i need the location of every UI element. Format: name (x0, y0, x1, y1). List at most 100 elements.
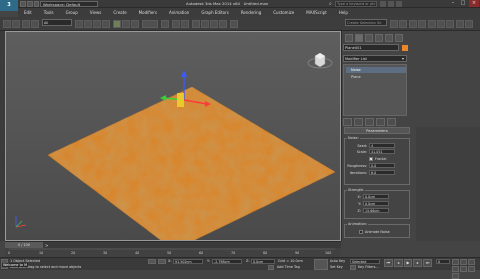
current-frame-field[interactable]: 0 (436, 259, 450, 264)
go-to-end-icon[interactable]: ⏭ (423, 259, 432, 267)
curve-editor-icon[interactable] (428, 20, 436, 28)
menu-edit[interactable]: Edit (18, 10, 38, 15)
menu-views[interactable]: Views (84, 10, 108, 15)
rendered-frame-window-icon[interactable] (465, 20, 473, 28)
time-tag-icon[interactable] (268, 265, 274, 270)
star-icon[interactable] (388, 1, 394, 7)
key-filters-button[interactable]: Key Filters... (358, 265, 379, 269)
next-frame-button-icon[interactable]: ▸ (413, 259, 423, 267)
select-object-icon[interactable] (75, 20, 83, 28)
schematic-view-icon[interactable] (437, 20, 445, 28)
animate-noise-checkbox[interactable] (359, 230, 363, 234)
maximize-viewport-icon[interactable] (452, 273, 459, 279)
graphite-toggle-icon[interactable] (418, 20, 426, 28)
zoom-icon[interactable] (452, 259, 459, 265)
workspace-dropdown[interactable]: Workspace: Default (40, 1, 98, 7)
selection-filter-dropdown[interactable]: All (42, 19, 72, 26)
coord-x-field[interactable]: 91.502cm (173, 259, 203, 264)
menu-help[interactable]: Help (333, 10, 354, 15)
play-icon[interactable]: ▶ (403, 259, 413, 267)
show-end-result-icon[interactable] (354, 118, 363, 126)
menu-customize[interactable]: Customize (267, 10, 300, 15)
select-and-scale-icon[interactable] (131, 20, 139, 28)
window-crossing-icon[interactable] (102, 20, 110, 28)
scale-input[interactable]: 41.051 (369, 149, 395, 154)
object-color-swatch[interactable] (402, 45, 408, 51)
configure-sets-icon[interactable] (387, 118, 396, 126)
reference-coordinate-dropdown[interactable] (142, 20, 158, 28)
strength-y-input[interactable]: 0.0cm (363, 201, 389, 206)
menu-rendering[interactable]: Rendering (235, 10, 267, 15)
angle-snap-icon[interactable] (201, 20, 209, 28)
edit-named-selection-icon[interactable] (230, 20, 238, 28)
strength-x-input[interactable]: 0.0cm (363, 194, 389, 199)
close-button[interactable]: × (469, 0, 479, 7)
set-key-big-icon[interactable] (314, 259, 328, 270)
render-setup-icon[interactable] (456, 20, 464, 28)
display-tab-icon[interactable] (385, 34, 393, 42)
coord-y-field[interactable]: -2.798cm (212, 259, 242, 264)
named-selection-set-input[interactable]: Create Selection Se (345, 19, 387, 26)
add-time-tag-button[interactable]: Add Time Tag (277, 265, 300, 269)
select-by-name-icon[interactable] (84, 20, 92, 28)
hierarchy-tab-icon[interactable] (365, 34, 373, 42)
key-set-dropdown[interactable]: Selected (350, 259, 380, 264)
mirror-icon[interactable] (390, 20, 398, 28)
iterations-input[interactable]: 6.0 (369, 170, 395, 175)
perspective-viewport[interactable]: [+] [Perspective] [Shaded] (5, 31, 341, 241)
unlink-icon[interactable] (31, 20, 39, 28)
app-logo-button[interactable]: 3 (0, 0, 18, 11)
menu-create[interactable]: Create (107, 10, 132, 15)
minimize-button[interactable]: – (448, 0, 458, 7)
redo-icon[interactable] (12, 20, 20, 28)
snaps-toggle-icon[interactable] (192, 20, 200, 28)
layer-manager-icon[interactable] (409, 20, 417, 28)
seed-input[interactable]: 4 (369, 143, 395, 148)
absolute-mode-icon[interactable] (158, 259, 166, 264)
track-bar[interactable]: 0 10 20 30 40 50 60 70 80 90 100 (5, 248, 341, 257)
menu-modifiers[interactable]: Modifiers (133, 10, 163, 15)
stack-item-noise[interactable]: Noise (346, 67, 406, 73)
auto-key-button[interactable]: Auto Key (330, 259, 345, 263)
search-input[interactable]: Type a keyword or phrase (335, 1, 377, 7)
modifier-list-dropdown[interactable]: Modifier List (343, 55, 407, 62)
keyboard-shortcut-icon[interactable] (181, 20, 189, 28)
previous-frame-icon[interactable]: ◂ (393, 259, 403, 267)
pin-stack-icon[interactable] (343, 118, 352, 126)
menu-tools[interactable]: Tools (38, 10, 60, 15)
menu-animation[interactable]: Animation (163, 10, 195, 15)
align-icon[interactable] (399, 20, 407, 28)
set-key-button[interactable]: Set Key (330, 265, 343, 269)
fractal-checkbox[interactable] (369, 157, 373, 161)
select-manipulate-icon[interactable] (172, 20, 180, 28)
save-file-icon[interactable] (34, 1, 39, 7)
go-to-start-icon[interactable]: ⏮ (384, 259, 393, 267)
modify-tab-icon[interactable] (355, 34, 363, 42)
utilities-tab-icon[interactable] (395, 34, 403, 42)
make-unique-icon[interactable] (365, 118, 374, 126)
rectangular-selection-icon[interactable] (93, 20, 101, 28)
coord-z-field[interactable]: 0.0cm (251, 259, 275, 264)
material-editor-icon[interactable] (446, 20, 454, 28)
menu-group[interactable]: Group (60, 10, 84, 15)
pivot-center-icon[interactable] (161, 20, 169, 28)
menu-graph-editors[interactable]: Graph Editors (195, 10, 234, 15)
zoom-extents-icon[interactable] (468, 259, 475, 265)
select-and-move-icon[interactable] (113, 20, 121, 28)
maximize-button[interactable]: □ (458, 0, 468, 7)
key-mode-icon[interactable] (350, 265, 356, 270)
menu-maxscript[interactable]: MAXScript (300, 10, 333, 15)
stack-item-plane[interactable]: Plane (346, 74, 406, 80)
spinner-snap-icon[interactable] (219, 20, 227, 28)
help-icon[interactable] (396, 1, 402, 7)
object-name-field[interactable]: Plane001 (343, 44, 399, 51)
binoculars-icon[interactable] (380, 1, 386, 7)
zoom-all-icon[interactable] (460, 259, 467, 265)
undo-icon[interactable] (3, 20, 11, 28)
parameters-rollout-header[interactable]: Parameters (344, 127, 410, 134)
create-tab-icon[interactable] (345, 34, 353, 42)
link-icon[interactable] (22, 20, 30, 28)
new-file-icon[interactable] (20, 1, 26, 7)
strength-z-input[interactable]: 15.66cm (363, 208, 389, 213)
remove-modifier-icon[interactable] (376, 118, 385, 126)
